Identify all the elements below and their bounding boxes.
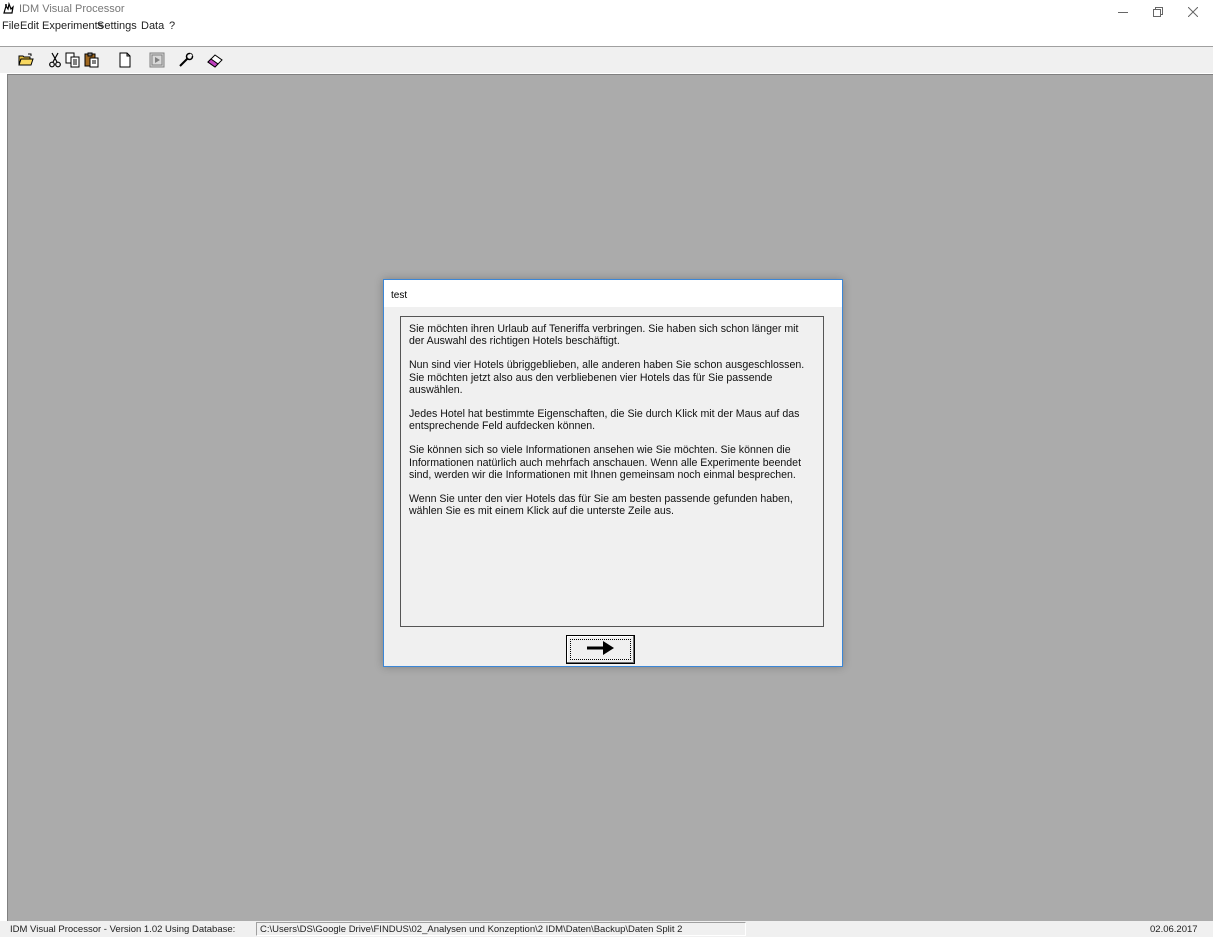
app-hand-icon <box>2 1 15 15</box>
menu-bar: File Edit Experiments Settings Data ? <box>0 18 1213 34</box>
instruction-paragraph: Sie können sich so viele Informationen a… <box>409 444 802 481</box>
cut-button[interactable] <box>46 52 64 70</box>
instruction-paragraph: Jedes Hotel hat bestimmte Eigenschaften,… <box>409 408 800 433</box>
cut-icon <box>48 52 62 71</box>
menu-settings[interactable]: Settings <box>97 20 137 32</box>
status-date: 02.06.2017 <box>1150 924 1198 935</box>
menu-experiments[interactable]: Experiments <box>42 20 103 32</box>
instruction-paragraph: Wenn Sie unter den vier Hotels das für S… <box>409 493 793 518</box>
next-button[interactable] <box>566 635 635 664</box>
restore-icon <box>1153 7 1163 17</box>
database-path: C:\Users\DS\Google Drive\FINDUS\02_Analy… <box>256 922 746 936</box>
eraser-button[interactable] <box>206 52 224 70</box>
menu-edit[interactable]: Edit <box>20 20 39 32</box>
new-button[interactable] <box>116 52 134 70</box>
instruction-paragraph: Nun sind vier Hotels übriggeblieben, all… <box>409 359 805 396</box>
run-icon <box>149 52 165 71</box>
copy-button[interactable] <box>64 52 82 70</box>
eraser-icon <box>206 52 224 71</box>
title-bar: IDM Visual Processor <box>0 0 1213 18</box>
app-window: IDM Visual Processor File Edit Experimen… <box>0 0 1213 937</box>
instruction-textbox: Sie möchten ihren Urlaub auf Teneriffa v… <box>400 316 824 627</box>
dialog-title: test <box>391 290 408 301</box>
menu-file[interactable]: File <box>2 20 20 32</box>
status-version: IDM Visual Processor - Version 1.02 Usin… <box>10 924 236 935</box>
toolbar <box>0 46 1213 73</box>
instruction-paragraph: Sie möchten ihren Urlaub auf Teneriffa v… <box>409 323 799 348</box>
window-title: IDM Visual Processor <box>19 3 125 15</box>
dialog-title-bar[interactable]: test <box>384 280 842 307</box>
paste-button[interactable] <box>83 52 101 70</box>
menu-data[interactable]: Data <box>141 20 164 32</box>
run-button[interactable] <box>148 52 166 70</box>
open-folder-icon <box>18 53 34 70</box>
new-document-icon <box>118 52 132 71</box>
minimize-icon <box>1118 7 1128 17</box>
instruction-dialog: test Sie möchten ihren Urlaub auf Teneri… <box>383 279 843 667</box>
paste-icon <box>84 52 100 71</box>
focus-rectangle <box>570 639 631 660</box>
copy-icon <box>65 52 81 71</box>
status-bar: IDM Visual Processor - Version 1.02 Usin… <box>0 921 1213 937</box>
settings-wrench-icon <box>178 52 194 71</box>
open-button[interactable] <box>17 52 35 70</box>
menu-help[interactable]: ? <box>169 20 175 32</box>
close-icon <box>1188 7 1198 17</box>
tools-button[interactable] <box>177 52 195 70</box>
